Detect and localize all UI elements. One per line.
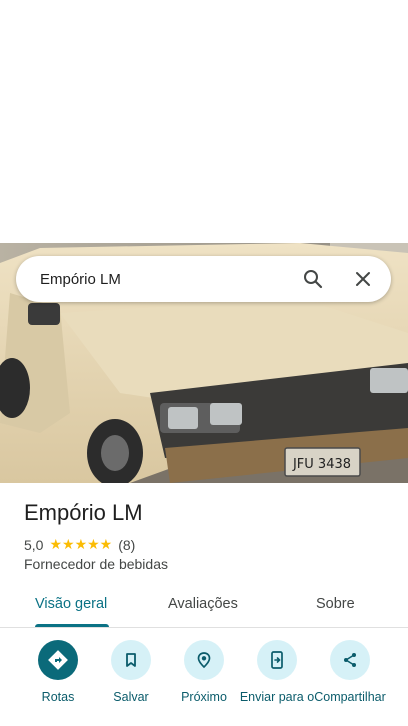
place-title: Empório LM [24, 500, 143, 525]
map-placeholder [0, 0, 408, 243]
save-label: Salvar [113, 690, 149, 704]
star-rating: ★★★★★ [49, 536, 113, 552]
close-icon[interactable] [351, 267, 375, 291]
place-category: Fornecedor de bebidas [24, 556, 168, 572]
nearby-label: Próximo [181, 690, 227, 704]
directions-label: Rotas [41, 690, 75, 704]
nearby-icon [184, 640, 224, 680]
action-bar: Rotas Salvar Próximo Enviar para o Compa… [0, 640, 408, 726]
license-plate-text: JFU 3438 [292, 457, 351, 472]
send-to-phone-icon [257, 640, 297, 680]
active-tab-indicator [35, 624, 109, 627]
share-button[interactable]: Compartilhar [310, 640, 390, 705]
review-count: (8) [118, 536, 136, 553]
nearby-button[interactable]: Próximo [164, 640, 244, 705]
rating-row[interactable]: 5,0 ★★★★★ (8) [24, 536, 135, 553]
send-to-phone-label: Enviar para o [239, 690, 315, 704]
directions-button[interactable]: Rotas [18, 640, 98, 705]
tab-reviews[interactable]: Avaliações [168, 596, 238, 612]
search-icon[interactable] [301, 267, 325, 291]
bookmark-icon [111, 640, 151, 680]
search-input[interactable]: Empório LM [40, 271, 301, 288]
send-to-phone-button[interactable]: Enviar para o [237, 640, 317, 705]
share-label: Compartilhar [314, 690, 386, 704]
rating-value: 5,0 [24, 536, 44, 553]
tab-about[interactable]: Sobre [316, 596, 355, 612]
search-bar[interactable]: Empório LM [16, 256, 391, 302]
save-button[interactable]: Salvar [91, 640, 171, 705]
share-icon [330, 640, 370, 680]
tab-bar: Visão geral Avaliações Sobre [0, 584, 408, 628]
directions-icon [38, 640, 78, 680]
tab-overview[interactable]: Visão geral [35, 596, 107, 612]
